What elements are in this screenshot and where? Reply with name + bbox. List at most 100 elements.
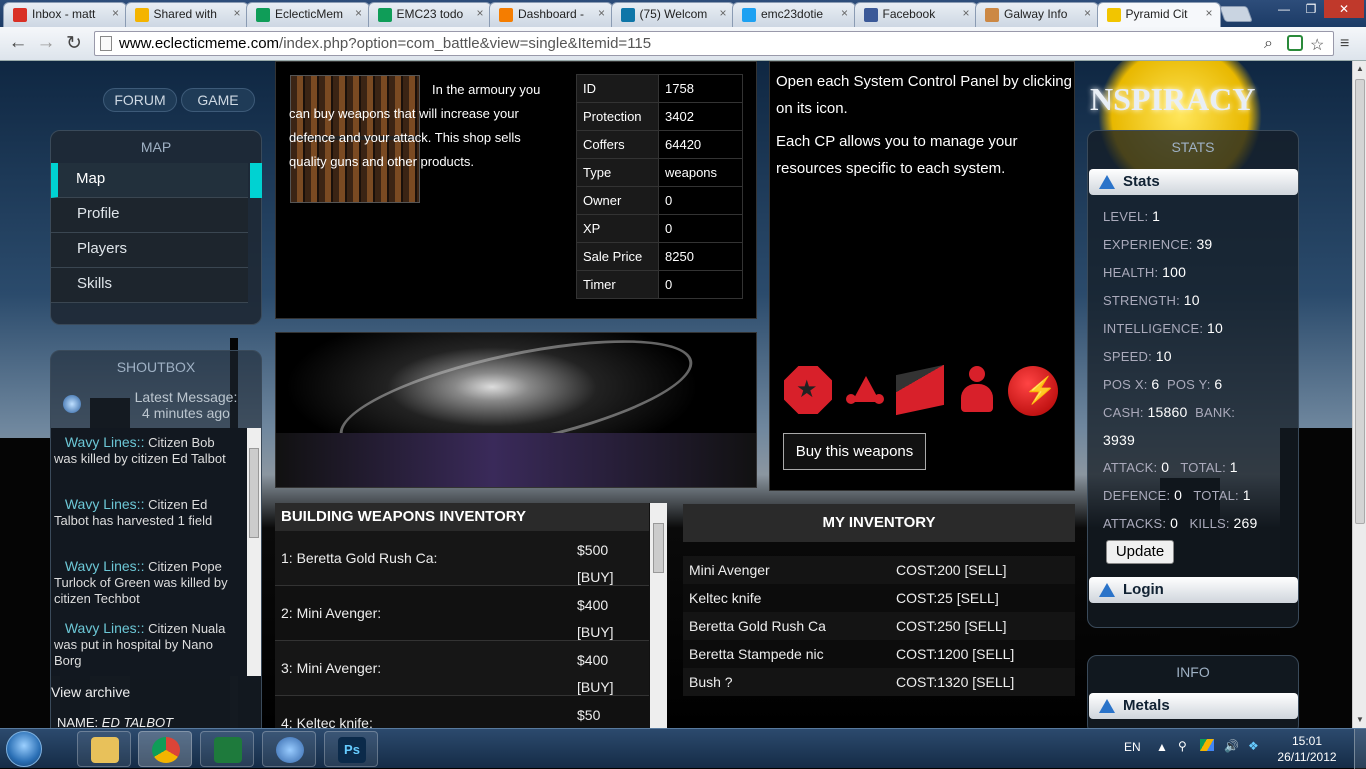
minimize-button[interactable]: — <box>1270 0 1298 18</box>
person-icon[interactable] <box>958 366 996 414</box>
extension-icon[interactable] <box>1287 35 1303 51</box>
tab-3[interactable]: EclecticMem × <box>246 2 370 27</box>
tab-8[interactable]: Facebook × <box>853 2 978 27</box>
tab-5[interactable]: Dashboard - × <box>489 2 613 27</box>
shout-user[interactable]: Wavy Lines:: <box>65 496 145 512</box>
shoutbox-messages[interactable]: Wavy Lines:: Citizen Bob was killed by c… <box>51 428 261 676</box>
lightning-icon[interactable]: ⚡ <box>1008 366 1058 416</box>
dropbox-icon[interactable]: ❖ <box>1248 739 1259 753</box>
molecule-icon[interactable] <box>842 366 890 414</box>
tab-close-icon[interactable]: × <box>719 6 726 20</box>
system-control-box: Open each System Control Panel by clicki… <box>769 61 1075 491</box>
zoom-icon[interactable]: ⌕ <box>1264 35 1273 53</box>
buy-weapons-button[interactable]: Buy this weapons <box>783 433 926 470</box>
stat-level: LEVEL: 1 <box>1103 208 1161 224</box>
buy-link[interactable]: [BUY] <box>577 569 614 585</box>
login-ribbon[interactable]: Login <box>1089 577 1298 603</box>
tray-expand-icon[interactable]: ▲ <box>1156 740 1168 754</box>
clock[interactable]: 15:01 26/11/2012 <box>1272 733 1342 765</box>
page-scrollbar[interactable]: ▲ ▼ <box>1352 61 1366 728</box>
refresh-icon[interactable] <box>63 395 81 413</box>
sell-link[interactable]: [SELL] <box>964 618 1006 634</box>
taskbar-excel[interactable] <box>200 731 254 767</box>
shout-user[interactable]: Wavy Lines:: <box>65 558 145 574</box>
new-tab-button[interactable] <box>1219 6 1253 22</box>
star-octagon-icon[interactable]: ★ <box>784 366 832 414</box>
scroll-up-arrow-icon[interactable]: ▲ <box>1356 64 1364 73</box>
folder-icon <box>91 737 119 763</box>
stat-attack: ATTACK: 0 TOTAL: 1 <box>1103 459 1238 475</box>
menu-item-players[interactable]: Players <box>51 233 248 268</box>
language-indicator[interactable]: EN <box>1124 740 1141 754</box>
property-value: weapons <box>658 158 743 187</box>
browser-toolbar: ← → ↻ www.eclecticmeme.com/index.php?opt… <box>0 27 1366 61</box>
forward-arrow-icon[interactable]: → <box>34 32 58 54</box>
show-desktop-button[interactable] <box>1354 729 1366 769</box>
restore-button[interactable]: ❐ <box>1298 0 1324 18</box>
menu-item-map[interactable]: Map <box>51 163 262 198</box>
tab-6[interactable]: (75) Welcom × <box>610 2 735 27</box>
pin-icon[interactable]: ⚲ <box>1178 739 1187 753</box>
property-row: ID 1758 <box>576 74 743 103</box>
tab-close-icon[interactable]: × <box>355 6 362 20</box>
sell-link[interactable]: [SELL] <box>972 674 1014 690</box>
tab-7[interactable]: emc23dotie × <box>732 2 856 27</box>
tab-4[interactable]: EMC23 todo × <box>367 2 492 27</box>
taskbar-chrome[interactable] <box>138 731 192 767</box>
tab-9[interactable]: Galway Info × <box>975 2 1099 27</box>
back-arrow-icon[interactable]: ← <box>6 32 30 54</box>
view-archive-link[interactable]: View archive <box>51 684 130 700</box>
menu-item-skills[interactable]: Skills <box>51 268 248 303</box>
tab-1[interactable]: Inbox - matt × <box>3 2 127 27</box>
my-item-cost: COST:200 <box>896 562 961 578</box>
tab-favicon-icon <box>377 8 392 22</box>
game-link[interactable]: GAME <box>181 88 255 112</box>
scroll-thumb[interactable] <box>1355 79 1365 524</box>
address-bar[interactable]: www.eclecticmeme.com/index.php?option=co… <box>94 31 1334 56</box>
taskbar-photoshop[interactable]: Ps <box>324 731 378 767</box>
reload-icon[interactable]: ↻ <box>62 32 86 55</box>
latest-message-info: Latest Message: 4 minutes ago <box>121 389 251 421</box>
shout-user[interactable]: Wavy Lines:: <box>65 620 145 636</box>
shoutbox-scrollbar[interactable] <box>247 428 261 676</box>
buy-link[interactable]: [BUY] <box>577 624 614 640</box>
tab-favicon-icon <box>742 8 756 22</box>
menu-item-profile[interactable]: Profile <box>51 198 248 233</box>
start-button[interactable] <box>6 731 42 767</box>
my-item-name: Bush ? <box>689 674 733 690</box>
scroll-down-arrow-icon[interactable]: ▼ <box>1356 715 1364 724</box>
tab-close-icon[interactable]: × <box>112 6 119 20</box>
tab-close-icon[interactable]: × <box>233 6 240 20</box>
bookmark-star-icon[interactable]: ☆ <box>1310 35 1324 55</box>
tab-close-icon[interactable]: × <box>841 6 848 20</box>
sell-link[interactable]: [SELL] <box>957 590 999 606</box>
inventory-scrollbar[interactable] <box>650 503 667 728</box>
shop-properties-table: ID 1758 Protection 3402 Coffers 64420 Type weap… <box>576 74 743 299</box>
taskbar-itunes[interactable] <box>262 731 316 767</box>
metals-ribbon[interactable]: Metals <box>1089 693 1298 719</box>
menu-icon[interactable]: ≡ <box>1340 35 1349 53</box>
taskbar-explorer[interactable] <box>77 731 131 767</box>
tab-close-icon[interactable]: × <box>962 6 969 20</box>
tab-close-icon[interactable]: × <box>476 6 483 20</box>
forum-link[interactable]: FORUM <box>103 88 177 112</box>
tab-close-icon[interactable]: × <box>1205 6 1212 20</box>
sell-link[interactable]: [SELL] <box>972 646 1014 662</box>
my-item-cost: COST:250 <box>896 618 961 634</box>
stats-ribbon[interactable]: Stats <box>1089 169 1298 195</box>
tab-10[interactable]: Pyramid Cit × <box>1096 2 1221 27</box>
sell-link[interactable]: [SELL] <box>964 562 1006 578</box>
shout-user[interactable]: Wavy Lines:: <box>65 434 145 450</box>
tab-close-icon[interactable]: × <box>1084 6 1091 20</box>
stat-defence: DEFENCE: 0 TOTAL: 1 <box>1103 487 1251 503</box>
volume-icon[interactable]: 🔊 <box>1224 739 1239 753</box>
item-name: 1: Beretta Gold Rush Ca: <box>281 550 438 566</box>
property-key: Type <box>576 158 659 187</box>
tab-close-icon[interactable]: × <box>598 6 605 20</box>
box-icon[interactable] <box>896 364 944 416</box>
buy-link[interactable]: [BUY] <box>577 679 614 695</box>
close-window-button[interactable]: ✕ <box>1324 0 1364 18</box>
update-button[interactable]: Update <box>1106 540 1174 564</box>
drive-icon[interactable] <box>1200 739 1214 751</box>
tab-2[interactable]: Shared with × <box>124 2 249 27</box>
